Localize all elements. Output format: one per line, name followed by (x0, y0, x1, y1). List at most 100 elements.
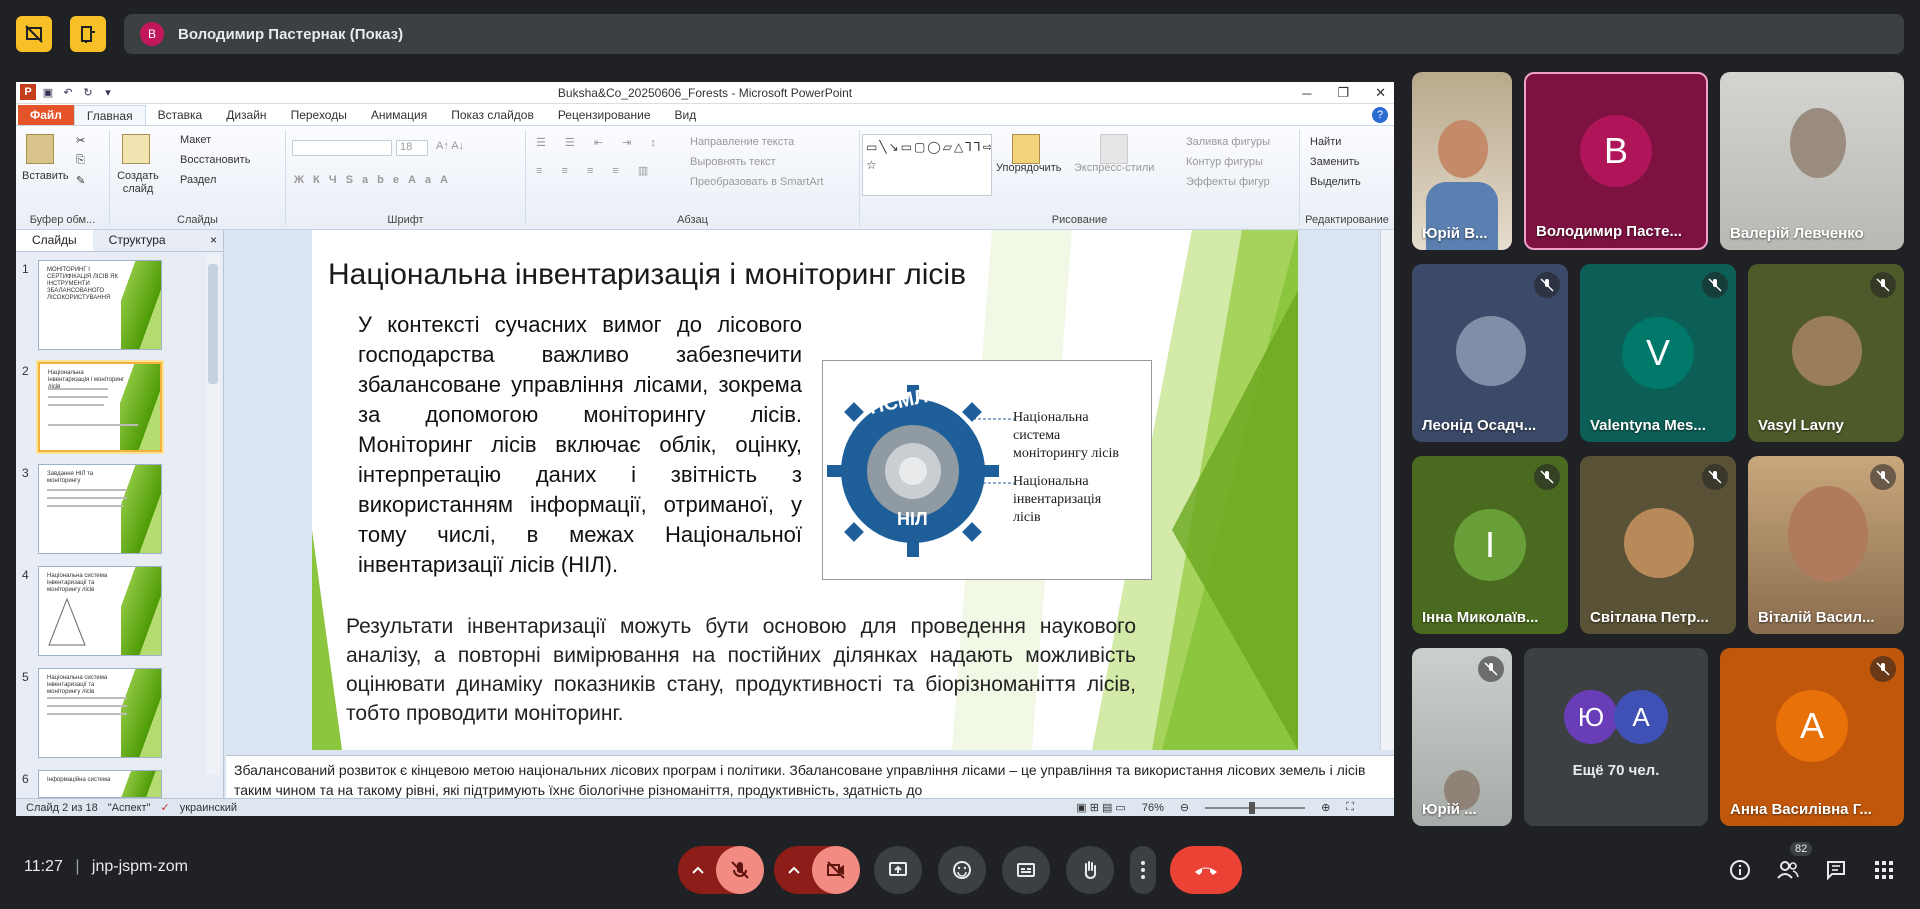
new-slide-button[interactable]: Создать слайд (114, 170, 162, 196)
font-format-buttons[interactable]: ЖКЧSabeAaA (294, 174, 457, 186)
copy-icon[interactable]: ⎘ (76, 154, 85, 167)
slide-thumbnail[interactable]: Національна система інвентаризації та мо… (38, 668, 162, 758)
tab-design[interactable]: Дизайн (214, 105, 278, 125)
zoom-slider[interactable] (1205, 801, 1306, 814)
status-language[interactable]: украинский (180, 802, 237, 814)
arrange-icon[interactable] (1012, 134, 1040, 164)
participant-tile[interactable]: А Анна Василівна Г... (1720, 648, 1904, 826)
quick-styles-icon[interactable] (1100, 134, 1128, 164)
participant-name: Володимир Пасте... (1536, 223, 1682, 240)
font-name-combo[interactable] (292, 140, 392, 156)
raise-hand-button[interactable] (1066, 846, 1114, 894)
camera-toggle-button[interactable] (812, 846, 860, 894)
tab-slideshow[interactable]: Показ слайдов (439, 105, 546, 125)
participant-tile[interactable]: Валерій Левченко (1720, 72, 1904, 250)
video-options-button[interactable] (774, 846, 814, 894)
shapes-gallery[interactable]: ▭╲↘▭▢◯▱△⅂⅂⇨⇩◠⌒⌒{}☆ (862, 134, 992, 196)
close-icon[interactable]: ✕ (1375, 85, 1386, 101)
quick-styles-button[interactable]: Экспресс-стили (1074, 162, 1154, 174)
select-button[interactable]: Выделить (1310, 176, 1361, 188)
thumb-number: 4 (22, 568, 29, 582)
captions-button[interactable] (1002, 846, 1050, 894)
panel-close-icon[interactable]: × (210, 233, 217, 247)
slide[interactable]: Національна інвентаризація і моніторинг … (312, 230, 1298, 750)
slide-thumbnail[interactable]: Національна система інвентаризації та мо… (38, 566, 162, 656)
zoom-in-icon[interactable]: ⊕ (1321, 801, 1330, 814)
participant-tile[interactable]: Vasyl Lavny (1748, 264, 1904, 442)
tab-outline[interactable]: Структура (93, 230, 182, 251)
tab-review[interactable]: Рецензирование (546, 105, 663, 125)
align-buttons[interactable]: ≡ ≡ ≡ ≡ ▥ (536, 164, 656, 177)
participant-tile[interactable]: Віталій Васил... (1748, 456, 1904, 634)
section-button[interactable]: Раздел (180, 174, 216, 186)
tab-insert[interactable]: Вставка (146, 105, 215, 125)
more-options-button[interactable] (1130, 846, 1156, 894)
shape-outline-button[interactable]: Контур фигуры (1186, 156, 1263, 168)
participant-tile-speaking[interactable]: В Володимир Пасте... (1524, 72, 1708, 250)
minimize-icon[interactable]: ─ (1302, 86, 1311, 101)
list-buttons[interactable]: ☰ ☰ ⇤ ⇥ ↕ (536, 136, 664, 149)
replace-button[interactable]: Заменить (1310, 156, 1359, 168)
slide-thumbnail[interactable]: Інформаційна система (38, 770, 162, 798)
people-icon[interactable] (1776, 858, 1800, 882)
participant-tile[interactable]: Юрій ... (1412, 648, 1512, 826)
participant-tile[interactable]: І Інна Миколаїв... (1412, 456, 1568, 634)
presenter-chip[interactable]: В Володимир Пастернак (Показ) (124, 14, 1904, 54)
reactions-button[interactable] (938, 846, 986, 894)
participant-tile[interactable]: V Valentyna Mes... (1580, 264, 1736, 442)
tab-view[interactable]: Вид (663, 105, 709, 125)
mic-toggle-button[interactable] (716, 846, 764, 894)
format-painter-icon[interactable]: ✎ (76, 174, 85, 187)
zoom-out-icon[interactable]: ⊖ (1180, 801, 1189, 814)
participant-tile[interactable]: Леонід Осадч... (1412, 264, 1568, 442)
smartart-button[interactable]: Преобразовать в SmartArt (690, 176, 823, 188)
audio-options-button[interactable] (678, 846, 718, 894)
notes-pane[interactable]: Збалансований розвиток є кінцевою метою … (226, 755, 1394, 798)
slide-scrollbar[interactable] (1380, 230, 1394, 750)
participant-tile[interactable]: Юрій В... (1412, 72, 1512, 250)
thumb-number: 5 (22, 670, 29, 684)
thumbnails-scrollbar[interactable] (206, 254, 220, 774)
tab-home[interactable]: Главная (73, 105, 146, 125)
zoom-level[interactable]: 76% (1142, 802, 1164, 814)
present-button[interactable] (874, 846, 922, 894)
slide-thumbnail[interactable]: Завдання НІЛ та моніторингу (38, 464, 162, 554)
new-slide-icon[interactable] (122, 134, 150, 164)
activities-grid-icon[interactable] (1872, 858, 1896, 882)
layout-button[interactable]: Макет (180, 134, 211, 146)
meeting-info-icon[interactable] (1728, 858, 1752, 882)
cut-icon[interactable]: ✂ (76, 134, 85, 147)
chat-icon[interactable] (1824, 858, 1848, 882)
help-icon[interactable]: ? (1372, 107, 1388, 123)
grow-font-icon[interactable]: A↑ A↓ (436, 140, 464, 152)
shape-fill-button[interactable]: Заливка фигуры (1186, 136, 1270, 148)
paragraph-group-label: Абзац (677, 214, 708, 226)
maximize-icon[interactable]: ❐ (1337, 85, 1349, 101)
participant-tile[interactable]: Світлана Петр... (1580, 456, 1736, 634)
tab-animation[interactable]: Анимация (359, 105, 439, 125)
more-participants-tile[interactable]: Ю А Ещё 70 чел. (1524, 648, 1708, 826)
mic-off-icon (1478, 656, 1504, 682)
slide-thumbnail[interactable]: МОНІТОРИНГ І СЕРТИФІКАЦІЯ ЛІСІВ ЯК ІНСТР… (38, 260, 162, 350)
paste-icon[interactable] (26, 134, 54, 164)
align-text-button[interactable]: Выровнять текст (690, 156, 776, 168)
arrange-button[interactable]: Упорядочить (996, 162, 1061, 174)
slide-thumbnail-selected[interactable]: Національна інвентаризація і моніторинг … (38, 362, 162, 452)
tab-file[interactable]: Файл (18, 105, 74, 125)
thumb-number: 6 (22, 772, 29, 786)
text-direction-button[interactable]: Направление текста (690, 136, 794, 148)
fit-slide-icon[interactable]: ⛶ (1346, 801, 1354, 814)
view-buttons[interactable]: ▣ ⊞ ▤ ▭ (1076, 801, 1126, 814)
reset-button[interactable]: Восстановить (180, 154, 250, 166)
tab-slides[interactable]: Слайды (16, 230, 93, 251)
spellcheck-icon[interactable]: ✓ (160, 801, 169, 814)
paste-button[interactable]: Вставить (22, 170, 69, 182)
shape-effects-button[interactable]: Эффекты фигур (1186, 176, 1270, 188)
leave-call-button[interactable] (1170, 846, 1242, 894)
find-button[interactable]: Найти (1310, 136, 1341, 148)
companion-icon[interactable] (70, 16, 106, 52)
slide-paragraph-1: У контексті сучасних вимог до лісового г… (358, 312, 802, 577)
tab-transitions[interactable]: Переходы (279, 105, 359, 125)
font-size-combo[interactable]: 18 (396, 140, 428, 156)
presentation-off-icon[interactable] (16, 16, 52, 52)
